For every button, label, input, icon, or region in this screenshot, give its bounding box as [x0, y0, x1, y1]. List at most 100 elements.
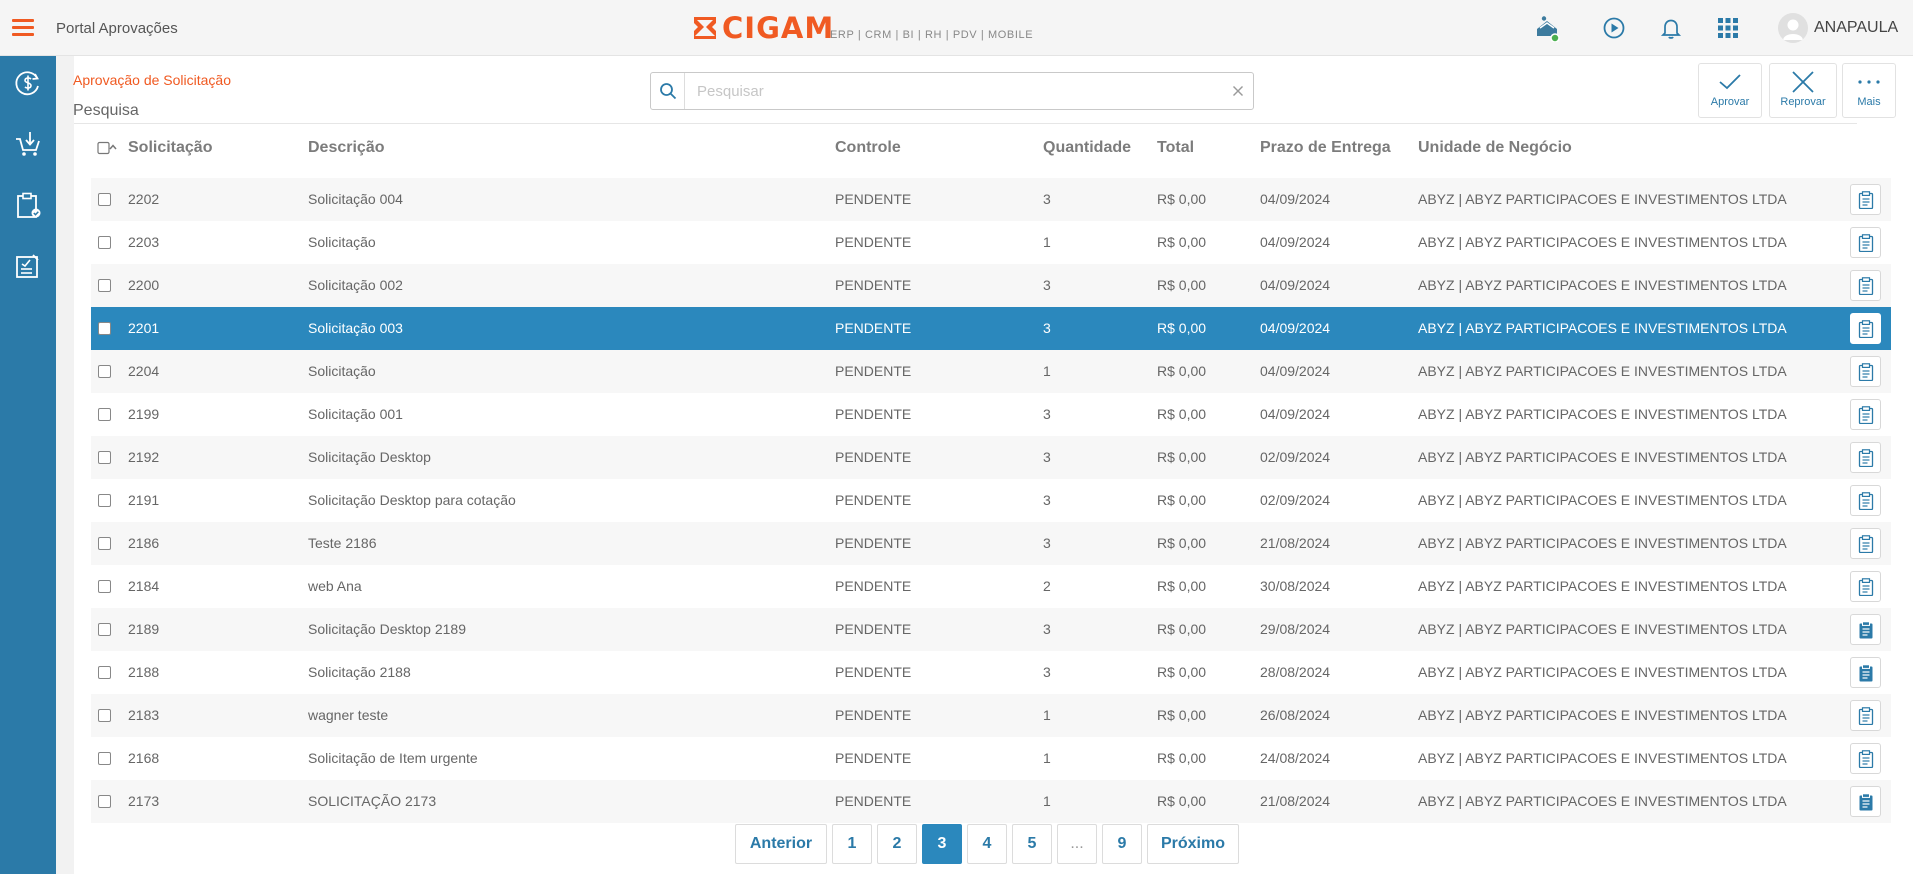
cell-descricao: SOLICITAÇÃO 2173 — [308, 793, 437, 809]
search-icon[interactable] — [651, 73, 685, 109]
row-details-button[interactable] — [1850, 786, 1881, 817]
apps-grid-icon[interactable] — [1714, 14, 1742, 42]
row-details-button[interactable] — [1850, 442, 1881, 473]
row-details-button[interactable] — [1850, 227, 1881, 258]
cell-controle: PENDENTE — [835, 191, 912, 207]
search-input[interactable] — [685, 74, 1223, 108]
breadcrumb-link[interactable]: Aprovação de Solicitação — [73, 72, 231, 88]
sidebar-item-aprovacao[interactable] — [14, 191, 42, 219]
more-button[interactable]: Mais — [1842, 63, 1896, 118]
cell-quantidade: 3 — [1043, 621, 1051, 637]
row-checkbox[interactable] — [98, 193, 111, 206]
row-details-button[interactable] — [1850, 313, 1881, 344]
table-row[interactable]: 2188 Solicitação 2188 PENDENTE 3 R$ 0,00 28/0… — [91, 651, 1891, 694]
sidebar-item-financeiro[interactable] — [14, 69, 42, 97]
row-details-button[interactable] — [1850, 700, 1881, 731]
table-row[interactable]: 2189 Solicitação Desktop 2189 PENDENTE 3 R$ … — [91, 608, 1891, 651]
row-checkbox[interactable] — [98, 666, 111, 679]
reject-button[interactable]: Reprovar — [1769, 63, 1837, 118]
row-details-button[interactable] — [1850, 356, 1881, 387]
row-checkbox[interactable] — [98, 236, 111, 249]
table-row[interactable]: 2183 wagner teste PENDENTE 1 R$ 0,00 26/08/20… — [91, 694, 1891, 737]
row-checkbox[interactable] — [98, 451, 111, 464]
sidebar-item-relatorios[interactable] — [14, 252, 42, 280]
messages-icon[interactable] — [1533, 14, 1561, 42]
row-checkbox[interactable] — [98, 580, 111, 593]
row-checkbox[interactable] — [98, 279, 111, 292]
row-checkbox[interactable] — [98, 322, 111, 335]
table-row[interactable]: 2186 Teste 2186 PENDENTE 3 R$ 0,00 21/08/2024… — [91, 522, 1891, 565]
row-details-button[interactable] — [1850, 528, 1881, 559]
col-total[interactable]: Total — [1157, 139, 1194, 157]
row-checkbox[interactable] — [98, 537, 111, 550]
row-checkbox[interactable] — [98, 494, 111, 507]
cell-descricao: Solicitação Desktop 2189 — [308, 621, 466, 637]
row-details-button[interactable] — [1850, 743, 1881, 774]
sidebar-item-compras[interactable] — [14, 130, 42, 158]
cell-controle: PENDENTE — [835, 535, 912, 551]
row-details-button[interactable] — [1850, 614, 1881, 645]
cell-quantidade: 3 — [1043, 320, 1051, 336]
close-icon[interactable] — [1223, 73, 1253, 109]
row-details-button[interactable] — [1850, 657, 1881, 688]
clipboard-outline-icon — [1858, 491, 1874, 510]
user-menu[interactable]: ANAPAULA — [1778, 13, 1898, 43]
more-dots-icon — [1858, 80, 1880, 84]
next-page-button[interactable]: Próximo — [1147, 824, 1239, 864]
row-checkbox[interactable] — [98, 408, 111, 421]
page-button[interactable]: 4 — [967, 824, 1007, 864]
row-details-button[interactable] — [1850, 184, 1881, 215]
table-row[interactable]: 2184 web Ana PENDENTE 2 R$ 0,00 30/08/2024 ABY… — [91, 565, 1891, 608]
logo-subtitle: ERP | CRM | BI | RH | PDV | MOBILE — [830, 29, 1034, 41]
page-button[interactable]: 5 — [1012, 824, 1052, 864]
cell-solicitacao: 2173 — [128, 793, 160, 809]
table-row[interactable]: 2191 Solicitação Desktop para cotação PEND… — [91, 479, 1891, 522]
row-checkbox[interactable] — [98, 795, 111, 808]
row-details-button[interactable] — [1850, 399, 1881, 430]
play-circle-icon[interactable] — [1600, 14, 1628, 42]
row-checkbox[interactable] — [98, 709, 111, 722]
table-row[interactable]: 2201 Solicitação 003 PENDENTE 3 R$ 0,00 04/09… — [91, 307, 1891, 350]
col-prazo[interactable]: Prazo de Entrega — [1260, 139, 1391, 157]
table-row[interactable]: 2202 Solicitação 004 PENDENTE 3 R$ 0,00 04/09… — [91, 178, 1891, 221]
page-button[interactable]: 2 — [877, 824, 917, 864]
select-all-checkbox[interactable] — [97, 140, 119, 158]
cell-quantidade: 3 — [1043, 449, 1051, 465]
row-details-button[interactable] — [1850, 270, 1881, 301]
row-checkbox[interactable] — [98, 365, 111, 378]
table-row[interactable]: 2199 Solicitação 001 PENDENTE 3 R$ 0,00 04/09… — [91, 393, 1891, 436]
cell-quantidade: 3 — [1043, 406, 1051, 422]
table-row[interactable]: 2200 Solicitação 002 PENDENTE 3 R$ 0,00 04/09… — [91, 264, 1891, 307]
col-descricao[interactable]: Descrição — [308, 139, 385, 157]
bell-icon[interactable] — [1657, 14, 1685, 42]
col-solicitacao[interactable]: Solicitação — [128, 139, 212, 157]
table-row[interactable]: 2204 Solicitação PENDENTE 1 R$ 0,00 04/09/202… — [91, 350, 1891, 393]
cell-unidade: ABYZ | ABYZ PARTICIPACOES E INVESTIMENTO… — [1418, 707, 1787, 723]
hamburger-menu-icon[interactable] — [12, 16, 36, 40]
row-checkbox[interactable] — [98, 752, 111, 765]
cell-solicitacao: 2191 — [128, 492, 160, 508]
col-unidade[interactable]: Unidade de Negócio — [1418, 139, 1572, 157]
cell-controle: PENDENTE — [835, 621, 912, 637]
cell-prazo: 04/09/2024 — [1260, 191, 1331, 207]
row-details-button[interactable] — [1850, 485, 1881, 516]
approve-button[interactable]: Aprovar — [1698, 63, 1762, 118]
cell-descricao: Solicitação Desktop para cotação — [308, 492, 516, 508]
table-row[interactable]: 2173 SOLICITAÇÃO 2173 PENDENTE 1 R$ 0,00 21/0… — [91, 780, 1891, 823]
prev-page-button[interactable]: Anterior — [735, 824, 827, 864]
table-row[interactable]: 2192 Solicitação Desktop PENDENTE 3 R$ 0,00 0… — [91, 436, 1891, 479]
table-row[interactable]: 2168 Solicitação de Item urgente PENDENTE 1… — [91, 737, 1891, 780]
page-button[interactable]: 1 — [832, 824, 872, 864]
row-details-button[interactable] — [1850, 571, 1881, 602]
page-button[interactable]: 9 — [1102, 824, 1142, 864]
clipboard-outline-icon — [1858, 706, 1874, 725]
page-button[interactable]: 3 — [922, 824, 962, 864]
col-quantidade[interactable]: Quantidade — [1043, 139, 1131, 157]
cell-quantidade: 1 — [1043, 793, 1051, 809]
cell-unidade: ABYZ | ABYZ PARTICIPACOES E INVESTIMENTO… — [1418, 621, 1787, 637]
cell-descricao: wagner teste — [308, 707, 389, 723]
table-row[interactable]: 2203 Solicitação PENDENTE 1 R$ 0,00 04/09/202… — [91, 221, 1891, 264]
row-checkbox[interactable] — [98, 623, 111, 636]
col-controle[interactable]: Controle — [835, 139, 901, 157]
clipboard-check-icon — [17, 192, 41, 218]
